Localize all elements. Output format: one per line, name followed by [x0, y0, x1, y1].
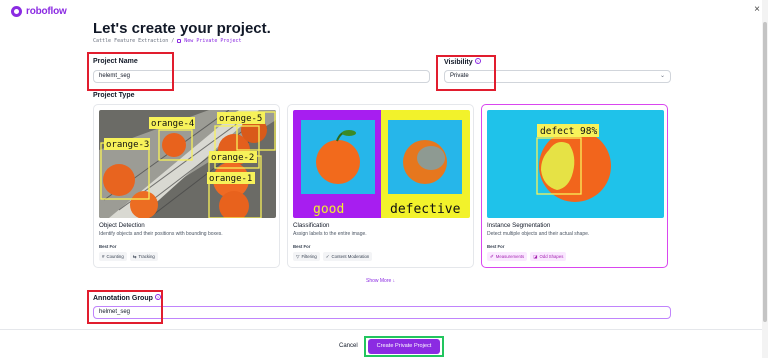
roboflow-logo[interactable]: roboflow: [11, 6, 67, 17]
tag-list: ✐ Measurements ◪ Odd Shapes: [487, 252, 567, 261]
annotation-group-label-text: Annotation Group: [93, 295, 153, 302]
classification-label-defective: defective: [390, 202, 461, 217]
breadcrumb: Cattle Feature Extraction / New Private …: [93, 38, 241, 44]
footer-divider: [0, 329, 762, 330]
breadcrumb-project: New Private Project: [184, 38, 242, 44]
tag-content-moderation: ✓ Content Moderation: [322, 252, 373, 261]
segmentation-label: defect 98%: [540, 126, 597, 137]
visibility-label-text: Visibility: [444, 59, 473, 66]
tag-counting: # Counting: [99, 252, 127, 261]
close-icon[interactable]: ×: [754, 4, 760, 15]
hash-icon: #: [102, 254, 105, 259]
tag-label: Odd Shapes: [539, 254, 564, 259]
chevron-down-icon: ⌄: [659, 73, 665, 79]
breadcrumb-workspace[interactable]: Cattle Feature Extraction: [93, 38, 168, 44]
card-title: Classification: [293, 222, 330, 229]
card-description: Assign labels to the entire image.: [293, 231, 367, 237]
detection-label: orange-4: [151, 119, 194, 129]
card-title: Object Detection: [99, 222, 145, 229]
tag-label: Content Moderation: [331, 254, 370, 259]
roboflow-logo-icon: [11, 6, 22, 17]
tag-measurements: ✐ Measurements: [487, 252, 528, 261]
best-for-label: Best For: [487, 244, 505, 249]
tracking-icon: ⇆: [132, 254, 137, 259]
top-bar: roboflow ×: [0, 0, 768, 22]
lock-icon: [177, 39, 182, 43]
project-type-label: Project Type: [93, 92, 135, 99]
shapes-icon: ◪: [533, 254, 538, 259]
best-for-label: Best For: [99, 244, 117, 249]
filter-icon: ▽: [296, 254, 300, 259]
tag-label: Filtering: [301, 254, 317, 259]
tag-list: # Counting ⇆ Tracking: [99, 252, 158, 261]
classification-image: good defective: [293, 110, 470, 218]
object-detection-image: orange-4 orange-5 orange-3 orange-2 oran…: [99, 110, 276, 218]
instance-segmentation-image: defect 98%: [487, 110, 664, 218]
classification-label-good: good: [313, 202, 344, 217]
tag-odd-shapes: ◪ Odd Shapes: [530, 252, 567, 261]
project-type-card-instance-segmentation[interactable]: defect 98% Instance Segmentation Detect …: [481, 104, 668, 268]
breadcrumb-separator: /: [171, 38, 175, 44]
card-description: Detect multiple objects and their actual…: [487, 231, 590, 237]
show-more-link[interactable]: Show More ↓: [366, 278, 395, 284]
help-icon[interactable]: ?: [474, 58, 481, 64]
detection-label: orange-5: [219, 114, 262, 124]
tag-label: Tracking: [138, 254, 155, 259]
project-name-input[interactable]: helemt_seg: [93, 70, 430, 83]
tag-tracking: ⇆ Tracking: [129, 252, 158, 261]
check-icon: ✓: [325, 254, 330, 259]
visibility-select[interactable]: Private ⌄: [444, 70, 671, 83]
create-private-project-button[interactable]: Create Private Project: [368, 339, 440, 354]
project-type-card-object-detection[interactable]: orange-4 orange-5 orange-3 orange-2 oran…: [93, 104, 280, 268]
tag-label: Measurements: [495, 254, 525, 259]
page-title: Let's create your project.: [93, 20, 271, 37]
detection-label: orange-2: [211, 153, 254, 163]
scrollbar-thumb[interactable]: [763, 22, 767, 322]
annotation-group-label: Annotation Group?: [93, 294, 161, 302]
visibility-label: Visibility?: [444, 58, 481, 66]
tag-filtering: ▽ Filtering: [293, 252, 320, 261]
cancel-button[interactable]: Cancel: [339, 343, 358, 349]
tag-label: Counting: [106, 254, 124, 259]
project-name-value: helemt_seg: [99, 73, 131, 79]
brand-name: roboflow: [26, 6, 67, 17]
detection-label: orange-3: [106, 140, 149, 150]
annotation-group-input[interactable]: helmet_seg: [93, 306, 671, 319]
visibility-value: Private: [450, 73, 469, 79]
card-title: Instance Segmentation: [487, 222, 551, 229]
ruler-icon: ✐: [490, 254, 494, 259]
project-type-card-classification[interactable]: good defective Classification Assign lab…: [287, 104, 474, 268]
scrollbar[interactable]: [762, 0, 768, 358]
tag-list: ▽ Filtering ✓ Content Moderation: [293, 252, 373, 261]
help-icon[interactable]: ?: [154, 294, 161, 300]
project-name-label: Project Name: [93, 58, 138, 65]
best-for-label: Best For: [293, 244, 311, 249]
card-description: Identify objects and their positions wit…: [99, 231, 223, 237]
detection-label: orange-1: [209, 174, 252, 184]
annotation-group-value: helmet_seg: [99, 309, 131, 315]
